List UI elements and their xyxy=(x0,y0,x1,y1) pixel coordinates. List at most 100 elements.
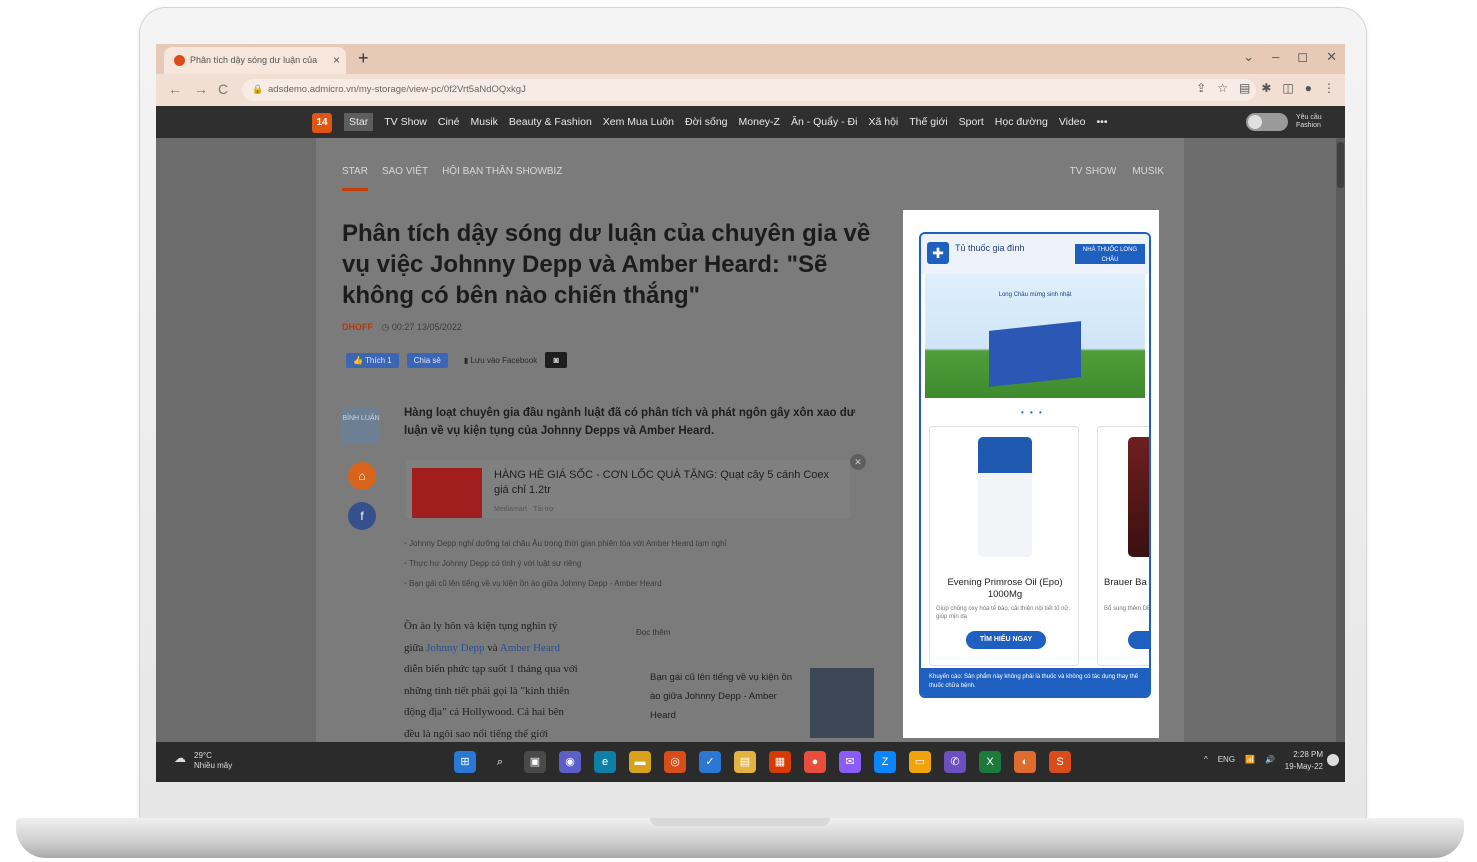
profile-icon[interactable]: ● xyxy=(1305,81,1312,95)
extension-icons: ⇪ ☆ ▤ ✱ ◫ ● ⋮ xyxy=(1196,81,1335,95)
ad-disclaimer: Khuyến cáo: Sản phẩm này không phải là t… xyxy=(921,668,1149,696)
nav-item-an-quay-di[interactable]: Ăn - Quẩy - Đi xyxy=(791,116,858,128)
camera-icon[interactable]: ◙ xyxy=(545,352,568,368)
star-icon[interactable]: ☆ xyxy=(1217,81,1228,95)
todo-icon[interactable]: ✓ xyxy=(699,751,721,773)
nav-item-star[interactable]: Star xyxy=(344,113,374,131)
scrollbar-thumb[interactable] xyxy=(1337,142,1344,188)
notification-icon[interactable] xyxy=(1327,754,1339,766)
nav-item-beauty[interactable]: Beauty & Fashion xyxy=(509,116,592,128)
read-more-title[interactable]: Bạn gái cũ lên tiếng về vụ kiện ồn ào gi… xyxy=(650,668,800,725)
office-icon[interactable]: ▦ xyxy=(769,751,791,773)
tray-expand-icon[interactable]: ^ xyxy=(1204,755,1208,764)
address-bar[interactable]: 🔒 adsdemo.admicro.vn/my-storage/view-pc/… xyxy=(242,79,1256,101)
inline-ad[interactable]: HÀNG HÈ GIÁ SỐC - CƠN LỐC QUÀ TẶNG: Quạt… xyxy=(406,454,866,518)
viber-icon[interactable]: ✆ xyxy=(944,751,966,773)
fb-share-button[interactable]: Chia sẻ xyxy=(406,352,448,368)
nav-item-doi-song[interactable]: Đời sống xyxy=(685,116,728,128)
nav-item-xa-hoi[interactable]: Xã hội xyxy=(868,116,898,128)
minimize-button[interactable]: – xyxy=(1272,49,1279,65)
save-to-facebook-button[interactable]: ▮ Lưu vào Facebook xyxy=(464,356,537,365)
puzzle-icon[interactable]: ✱ xyxy=(1261,81,1271,95)
notes-icon[interactable]: ▤ xyxy=(734,751,756,773)
maximize-button[interactable]: ◻ xyxy=(1297,49,1308,65)
related-link[interactable]: Johnny Depp nghỉ dưỡng tại châu Âu trong… xyxy=(404,534,726,554)
taskbar-clock[interactable]: 2:28 PM 19-May-22 xyxy=(1285,749,1323,773)
subnav-musik[interactable]: MUSIK xyxy=(1132,166,1164,177)
tab-close-icon[interactable]: × xyxy=(333,53,340,67)
windows-start-icon[interactable]: ⊞ xyxy=(454,751,476,773)
read-more-thumbnail[interactable] xyxy=(810,668,874,738)
nav-item-sport[interactable]: Sport xyxy=(959,116,984,128)
search-icon[interactable]: ⌕ xyxy=(489,751,511,773)
comment-badge[interactable]: BÌNH LUẬN xyxy=(342,408,380,444)
inline-ad-thumbnail[interactable] xyxy=(412,468,482,518)
inline-ad-close-icon[interactable]: ✕ xyxy=(850,454,866,470)
fb-like-button[interactable]: 👍 Thích 1 xyxy=(346,352,399,368)
weather-widget[interactable]: ☁ 29°C Nhiều mây xyxy=(174,751,232,771)
reload-button[interactable]: C xyxy=(218,81,228,97)
subnav-tvshow[interactable]: TV SHOW xyxy=(1070,166,1117,177)
inline-ad-title[interactable]: HÀNG HÈ GIÁ SỐC - CƠN LỐC QUÀ TẶNG: Quạt… xyxy=(494,468,844,498)
folder-icon[interactable]: ▭ xyxy=(909,751,931,773)
nav-item-money-z[interactable]: Money-Z xyxy=(739,116,780,128)
dark-mode-toggle[interactable] xyxy=(1246,113,1288,131)
ad-brand-logo: NHÀ THUỐC LONG CHÂU xyxy=(1075,244,1145,264)
excel-icon[interactable]: X xyxy=(979,751,1001,773)
carousel-dots[interactable]: • • • xyxy=(1021,408,1044,417)
chat-icon[interactable]: ◉ xyxy=(559,751,581,773)
file-explorer-icon[interactable]: ▬ xyxy=(629,751,651,773)
chrome-icon[interactable]: ◎ xyxy=(664,751,686,773)
app-icon[interactable]: ◐ xyxy=(1014,751,1036,773)
new-tab-button[interactable]: + xyxy=(358,48,369,69)
close-window-button[interactable]: ✕ xyxy=(1326,49,1337,65)
browser-tab[interactable]: Phân tích dậy sóng dư luận của × xyxy=(164,47,346,74)
related-link[interactable]: Thực hư Johnny Depp có tình ý với luật s… xyxy=(404,554,726,574)
product-cta-button[interactable]: TÌM HIỂU NGAY xyxy=(966,631,1046,649)
app-icon[interactable]: S xyxy=(1049,751,1071,773)
menu-icon[interactable]: ⋮ xyxy=(1323,81,1335,95)
facebook-icon[interactable]: f xyxy=(348,502,376,530)
nav-item-cine[interactable]: Ciné xyxy=(438,116,460,128)
subnav-sao-viet[interactable]: SAO VIỆT xyxy=(382,166,428,177)
page-scrollbar[interactable] xyxy=(1336,138,1345,742)
nav-item-hoc-duong[interactable]: Học đường xyxy=(995,116,1048,128)
share-icon[interactable]: ⇪ xyxy=(1196,81,1206,95)
clock-date: 19-May-22 xyxy=(1284,762,1323,771)
language-indicator[interactable]: ENG xyxy=(1218,755,1235,764)
lock-icon: 🔒 xyxy=(252,84,264,94)
nav-item-xem-mua-luon[interactable]: Xem Mua Luôn xyxy=(603,116,674,128)
nav-item-tvshow[interactable]: TV Show xyxy=(384,116,427,128)
nav-item-video[interactable]: Video xyxy=(1059,116,1086,128)
extension-icon[interactable]: ▤ xyxy=(1239,81,1250,95)
volume-icon[interactable]: 🔊 xyxy=(1265,755,1275,764)
wifi-icon[interactable]: 📶 xyxy=(1245,755,1255,764)
back-button[interactable]: ← xyxy=(168,81,182,97)
link-johnny-depp[interactable]: Johnny Depp xyxy=(426,642,484,654)
clock-icon: ◷ xyxy=(381,322,392,332)
site-logo[interactable]: 14 xyxy=(312,113,332,133)
related-link[interactable]: Bạn gái cũ lên tiếng về vụ kiện ồn ào gi… xyxy=(404,574,726,594)
sidebar-icon[interactable]: ◫ xyxy=(1282,81,1293,95)
forward-button[interactable]: → xyxy=(194,81,208,97)
article-author[interactable]: DHOFF xyxy=(342,322,373,332)
app-icon[interactable]: ● xyxy=(804,751,826,773)
weather-temp: 29°C xyxy=(194,751,212,760)
task-view-icon[interactable]: ▣ xyxy=(524,751,546,773)
link-amber-heard[interactable]: Amber Heard xyxy=(500,642,560,654)
ad-banner[interactable]: Long Châu mừng sinh nhật xyxy=(925,274,1145,398)
product-card[interactable]: Evening Primrose Oil (Epo) 1000Mg Giúp c… xyxy=(929,426,1079,666)
ad-card[interactable]: ✚ Tủ thuốc gia đình NHÀ THUỐC LONG CHÂU … xyxy=(919,232,1151,698)
product-cta-button[interactable]: TÌ xyxy=(1128,631,1149,649)
zalo-icon[interactable]: Z xyxy=(874,751,896,773)
subnav-star[interactable]: STAR xyxy=(342,166,368,177)
nav-item-musik[interactable]: Musik xyxy=(470,116,497,128)
messenger-icon[interactable]: ✉ xyxy=(839,751,861,773)
tab-search-button[interactable]: ⌄ xyxy=(1243,49,1254,65)
home-icon[interactable]: ⌂ xyxy=(348,462,376,490)
product-card[interactable]: Brauer Ba Bổ sung thêm DE-Hàng & Ca TÌ xyxy=(1097,426,1149,666)
edge-icon[interactable]: e xyxy=(594,751,616,773)
nav-more-button[interactable]: ••• xyxy=(1096,116,1107,128)
subnav-hoi-ban-than[interactable]: HỘI BẠN THÂN SHOWBIZ xyxy=(442,166,562,177)
nav-item-the-gioi[interactable]: Thế giới xyxy=(909,116,947,128)
